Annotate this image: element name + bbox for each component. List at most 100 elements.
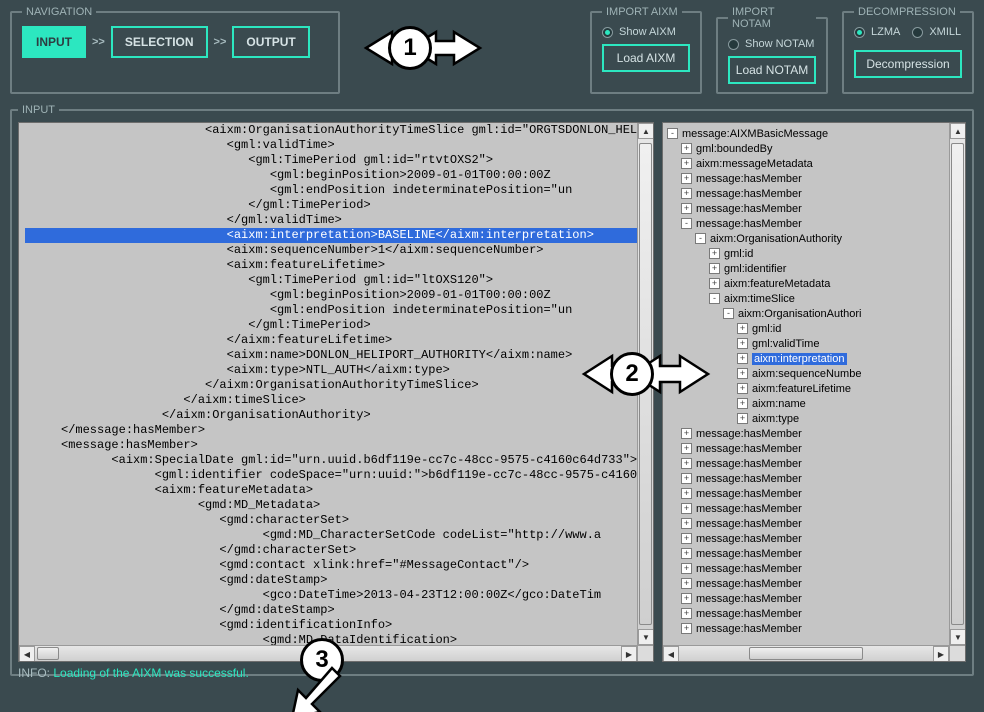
xml-line[interactable]: </gml:TimePeriod> — [25, 198, 637, 213]
xml-line[interactable]: <aixm:name>DONLON_HELIPORT_AUTHORITY</ai… — [25, 348, 637, 363]
xml-line[interactable]: <aixm:featureMetadata> — [25, 483, 637, 498]
show-notam-radio[interactable] — [728, 39, 739, 50]
tree-node[interactable]: + aixm:name — [667, 397, 945, 412]
scroll-down-icon[interactable]: ▼ — [638, 629, 654, 645]
tree-toggle-icon[interactable]: + — [737, 398, 748, 409]
tree-node-label[interactable]: aixm:messageMetadata — [696, 158, 813, 170]
tree-toggle-icon[interactable]: - — [667, 128, 678, 139]
tree-toggle-icon[interactable]: - — [723, 308, 734, 319]
scroll-thumb[interactable] — [749, 647, 863, 660]
tree-hscrollbar[interactable]: ◀ ▶ — [663, 645, 949, 661]
tree-node-label[interactable]: message:hasMember — [696, 533, 802, 545]
lzma-radio[interactable] — [854, 27, 865, 38]
tree-node[interactable]: +aixm:type — [667, 412, 945, 427]
tree-node-label[interactable]: gml:identifier — [724, 263, 786, 275]
scroll-thumb[interactable] — [37, 647, 59, 660]
tree-toggle-icon[interactable]: + — [681, 443, 692, 454]
tree-node[interactable]: + aixm:messageMetadata — [667, 157, 945, 172]
xml-line[interactable]: <gmd:contact xlink:href="#MessageContact… — [25, 558, 637, 573]
nav-step-input[interactable]: INPUT — [22, 26, 86, 58]
xml-line[interactable]: <gco:DateTime>2013-04-23T12:00:00Z</gco:… — [25, 588, 637, 603]
tree-node-label[interactable]: message:hasMember — [696, 623, 802, 635]
tree-toggle-icon[interactable]: + — [681, 563, 692, 574]
xml-line[interactable]: <gml:beginPosition>2009-01-01T00:00:00Z — [25, 288, 637, 303]
scroll-up-icon[interactable]: ▲ — [950, 123, 966, 139]
tree-toggle-icon[interactable]: + — [681, 608, 692, 619]
tree-node[interactable]: -message:hasMember — [667, 217, 945, 232]
tree-node-label[interactable]: gml:id — [752, 323, 781, 335]
tree-toggle-icon[interactable]: + — [681, 533, 692, 544]
xml-line[interactable]: <aixm:sequenceNumber>1</aixm:sequenceNum… — [25, 243, 637, 258]
tree-toggle-icon[interactable]: - — [681, 218, 692, 229]
tree-node-label[interactable]: message:hasMember — [696, 578, 802, 590]
xml-line[interactable]: <aixm:SpecialDate gml:id="urn.uuid.b6df1… — [25, 453, 637, 468]
tree-node-label[interactable]: aixm:name — [752, 398, 806, 410]
tree-toggle-icon[interactable]: + — [681, 548, 692, 559]
tree-toggle-icon[interactable]: + — [681, 503, 692, 514]
xml-source-pane[interactable]: <aixm:OrganisationAuthorityTimeSlice gml… — [18, 122, 654, 662]
scroll-left-icon[interactable]: ◀ — [19, 646, 35, 662]
tree-node[interactable]: +aixm:featureMetadata — [667, 277, 945, 292]
xml-line[interactable]: <aixm:interpretation>BASELINE</aixm:inte… — [25, 228, 637, 243]
nav-step-output[interactable]: OUTPUT — [232, 26, 309, 58]
tree-node[interactable]: +message:hasMember — [667, 427, 945, 442]
tree-toggle-icon[interactable]: + — [681, 428, 692, 439]
tree-toggle-icon[interactable]: + — [681, 173, 692, 184]
tree-toggle-icon[interactable]: + — [737, 353, 748, 364]
tree-node[interactable]: +gml:validTime — [667, 337, 945, 352]
xml-line[interactable]: <aixm:OrganisationAuthorityTimeSlice gml… — [25, 123, 637, 138]
xml-line[interactable]: <aixm:type>NTL_AUTH</aixm:type> — [25, 363, 637, 378]
tree-node-label[interactable]: message:hasMember — [696, 173, 802, 185]
xml-line[interactable]: <gml:TimePeriod gml:id="rtvtOXS2"> — [25, 153, 637, 168]
tree-toggle-icon[interactable]: + — [709, 248, 720, 259]
xml-line[interactable]: </aixm:OrganisationAuthority> — [25, 408, 637, 423]
xml-line[interactable]: <gml:endPosition indeterminatePosition="… — [25, 183, 637, 198]
tree-node[interactable]: -aixm:timeSlice — [667, 292, 945, 307]
tree-vscrollbar[interactable]: ▲ ▼ — [949, 123, 965, 645]
tree-node-label[interactable]: message:hasMember — [696, 518, 802, 530]
tree-toggle-icon[interactable]: - — [695, 233, 706, 244]
xml-line[interactable]: </aixm:timeSlice> — [25, 393, 637, 408]
tree-toggle-icon[interactable]: + — [681, 518, 692, 529]
tree-node[interactable]: +message:hasMember — [667, 502, 945, 517]
load-notam-button[interactable]: Load NOTAM — [728, 56, 816, 84]
decompression-button[interactable]: Decompression — [854, 50, 962, 78]
scroll-right-icon[interactable]: ▶ — [621, 646, 637, 662]
tree-node[interactable]: +aixm:interpretation — [667, 352, 945, 367]
tree-node-label[interactable]: message:hasMember — [696, 608, 802, 620]
xml-line[interactable]: <gmd:MD_Metadata> — [25, 498, 637, 513]
tree-node-label[interactable]: message:hasMember — [696, 473, 802, 485]
tree-node-label[interactable]: message:AIXMBasicMessage — [682, 128, 828, 140]
tree-node[interactable]: -message:AIXMBasicMessage — [667, 127, 945, 142]
xml-source-text[interactable]: <aixm:OrganisationAuthorityTimeSlice gml… — [19, 123, 637, 645]
xml-line[interactable]: </gmd:dateStamp> — [25, 603, 637, 618]
tree-node[interactable]: +message:hasMember — [667, 187, 945, 202]
tree-node[interactable]: +aixm:featureLifetime — [667, 382, 945, 397]
tree-node[interactable]: +gml:id — [667, 247, 945, 262]
tree-toggle-icon[interactable]: + — [681, 188, 692, 199]
tree-node[interactable]: + message:hasMember — [667, 547, 945, 562]
tree-toggle-icon[interactable]: + — [709, 263, 720, 274]
scroll-left-icon[interactable]: ◀ — [663, 646, 679, 662]
tree-toggle-icon[interactable]: + — [681, 593, 692, 604]
tree-toggle-icon[interactable]: + — [681, 203, 692, 214]
tree-node-label[interactable]: aixm:OrganisationAuthority — [710, 233, 842, 245]
xml-line[interactable]: <gml:TimePeriod gml:id="ltOXS120"> — [25, 273, 637, 288]
tree-toggle-icon[interactable]: - — [709, 293, 720, 304]
tree-toggle-icon[interactable]: + — [681, 623, 692, 634]
tree-toggle-icon[interactable]: + — [681, 158, 692, 169]
tree-node-label[interactable]: aixm:type — [752, 413, 799, 425]
xml-line[interactable]: </gml:TimePeriod> — [25, 318, 637, 333]
tree-node-label[interactable]: message:hasMember — [696, 548, 802, 560]
tree-node-label[interactable]: message:hasMember — [696, 458, 802, 470]
tree-node[interactable]: +message:hasMember — [667, 487, 945, 502]
xml-line[interactable]: <gmd:identificationInfo> — [25, 618, 637, 633]
tree-toggle-icon[interactable]: + — [737, 338, 748, 349]
tree-toggle-icon[interactable]: + — [737, 383, 748, 394]
xml-line[interactable]: <aixm:featureLifetime> — [25, 258, 637, 273]
tree-node-label[interactable]: message:hasMember — [696, 443, 802, 455]
tree-node-label[interactable]: aixm:sequenceNumbe — [752, 368, 861, 380]
nav-step-selection[interactable]: SELECTION — [111, 26, 208, 58]
tree-node-label[interactable]: message:hasMember — [696, 593, 802, 605]
tree-node[interactable]: -aixm:OrganisationAuthority — [667, 232, 945, 247]
